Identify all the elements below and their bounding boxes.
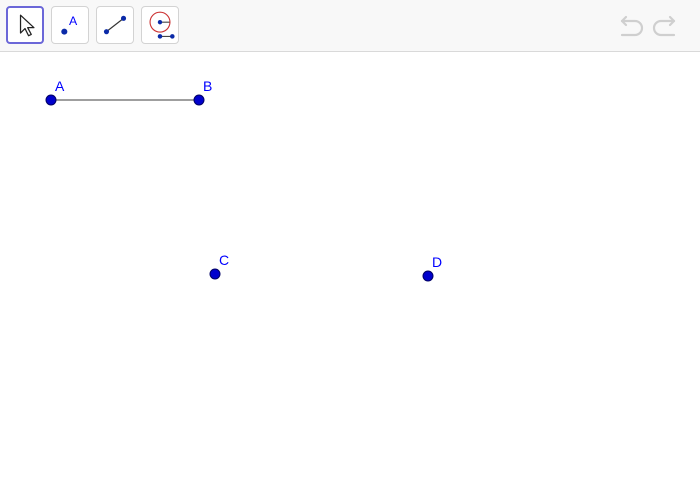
point-a[interactable] bbox=[45, 94, 57, 106]
geometry-app: A A B C D bbox=[0, 0, 700, 500]
point-a-label: A bbox=[55, 78, 65, 94]
geometry-drawing bbox=[45, 94, 434, 282]
point-c-label: C bbox=[219, 252, 230, 268]
point-b-label: B bbox=[203, 78, 213, 94]
point-d-label: D bbox=[432, 254, 443, 270]
point-c[interactable] bbox=[209, 268, 221, 280]
point-b[interactable] bbox=[193, 94, 205, 106]
point-d[interactable] bbox=[422, 270, 434, 282]
